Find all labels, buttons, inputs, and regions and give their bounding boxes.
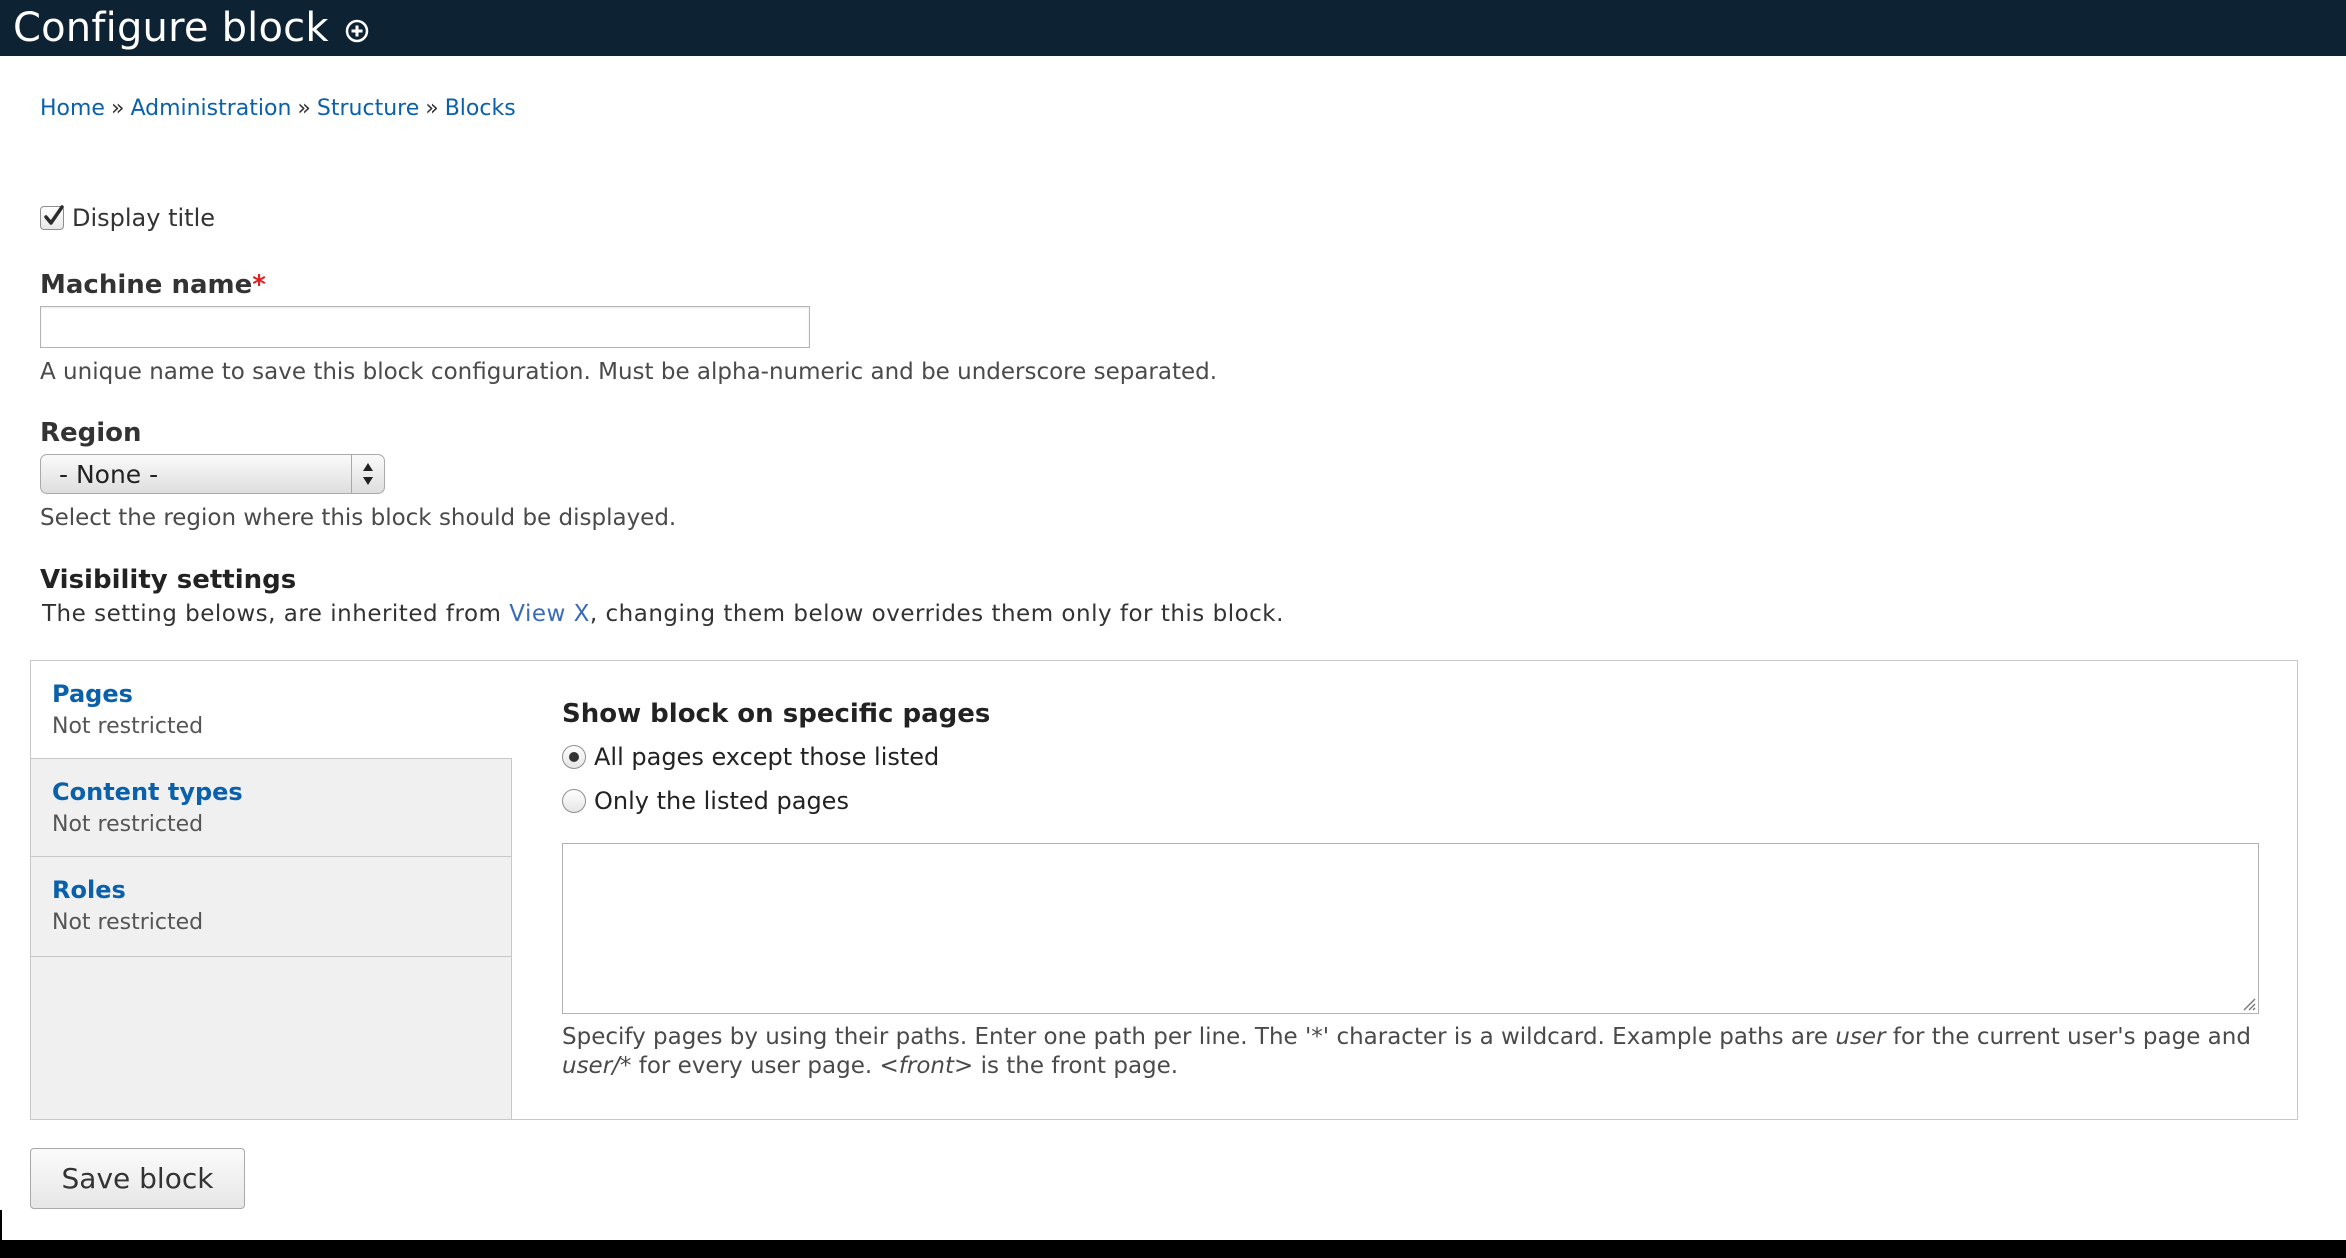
help-text-user: user: [1835, 1024, 1886, 1050]
page-header: Configure block: [0, 0, 2346, 56]
breadcrumb-structure[interactable]: Structure: [317, 96, 419, 121]
help-text-front: <front>: [879, 1053, 974, 1079]
view-x-link[interactable]: View X: [509, 601, 590, 627]
breadcrumb-home[interactable]: Home: [40, 96, 105, 121]
required-marker: *: [252, 270, 266, 300]
machine-name-input[interactable]: [40, 306, 810, 348]
region-selected-value: - None -: [59, 459, 159, 489]
help-text-4: is the front page.: [973, 1053, 1179, 1079]
checkmark-icon: [44, 205, 64, 225]
region-select[interactable]: - None -: [40, 454, 385, 494]
visibility-desc-text: The setting belows, are inherited from: [42, 601, 510, 627]
pages-pane-title: Show block on specific pages: [562, 699, 991, 729]
tab-pages-summary: Not restricted: [52, 714, 204, 739]
machine-name-description: A unique name to save this block configu…: [40, 359, 1218, 385]
visibility-desc-text-end: , changing them below overrides them onl…: [589, 601, 1284, 627]
breadcrumb-administration[interactable]: Administration: [130, 96, 291, 121]
visibility-description: The setting belows, are inherited from V…: [42, 601, 1284, 627]
help-text-3: for every user page.: [631, 1053, 880, 1079]
radio-all-except[interactable]: [562, 745, 586, 769]
help-text-user-star: user/*: [562, 1053, 632, 1079]
breadcrumb-separator: »: [425, 96, 439, 121]
radio-row-except: All pages except those listed: [562, 743, 939, 771]
tab-content-types[interactable]: Content types Not restricted: [31, 759, 511, 857]
bottom-bar: [0, 1240, 2346, 1258]
tab-roles-title[interactable]: Roles: [52, 876, 511, 904]
resize-grip-icon[interactable]: [2242, 997, 2256, 1011]
help-text-2: for the current user's page and: [1885, 1024, 2251, 1050]
region-label: Region: [40, 418, 142, 448]
pages-help-text: Specify pages by using their paths. Ente…: [562, 1023, 2274, 1081]
breadcrumb-separator: »: [110, 96, 125, 121]
save-block-button[interactable]: Save block: [30, 1148, 245, 1209]
tab-roles-summary: Not restricted: [52, 910, 204, 935]
display-title-label[interactable]: Display title: [72, 204, 215, 232]
select-arrows-icon: [351, 455, 384, 493]
region-description: Select the region where this block shoul…: [40, 505, 677, 531]
breadcrumb-separator: »: [297, 96, 311, 121]
tab-roles[interactable]: Roles Not restricted: [31, 857, 511, 957]
tab-pages-title[interactable]: Pages: [52, 680, 512, 708]
display-title-row: Display title: [40, 204, 215, 232]
breadcrumb-blocks[interactable]: Blocks: [445, 96, 516, 121]
visibility-heading: Visibility settings: [40, 565, 297, 595]
radio-only-listed[interactable]: [562, 789, 586, 813]
add-shortcut-icon[interactable]: [345, 19, 369, 43]
tab-content-types-title[interactable]: Content types: [52, 778, 511, 806]
pages-textarea[interactable]: [562, 843, 2259, 1014]
machine-name-label-text: Machine name: [40, 270, 253, 300]
vertical-tabs: Pages Not restricted Content types Not r…: [31, 661, 512, 1119]
radio-row-only: Only the listed pages: [562, 787, 849, 815]
radio-all-except-label[interactable]: All pages except those listed: [594, 743, 939, 771]
machine-name-label: Machine name*: [40, 270, 266, 300]
tab-content-types-summary: Not restricted: [52, 812, 204, 837]
visibility-panel: Pages Not restricted Content types Not r…: [30, 660, 2298, 1120]
window-edge: [0, 1210, 2, 1240]
page-title: Configure block: [13, 5, 329, 51]
display-title-checkbox[interactable]: [40, 205, 64, 230]
tab-pages[interactable]: Pages Not restricted: [31, 661, 512, 759]
help-text-1: Specify pages by using their paths. Ente…: [562, 1024, 1836, 1050]
breadcrumb: Home» Administration» Structure» Blocks: [40, 96, 516, 121]
radio-only-listed-label[interactable]: Only the listed pages: [594, 787, 849, 815]
